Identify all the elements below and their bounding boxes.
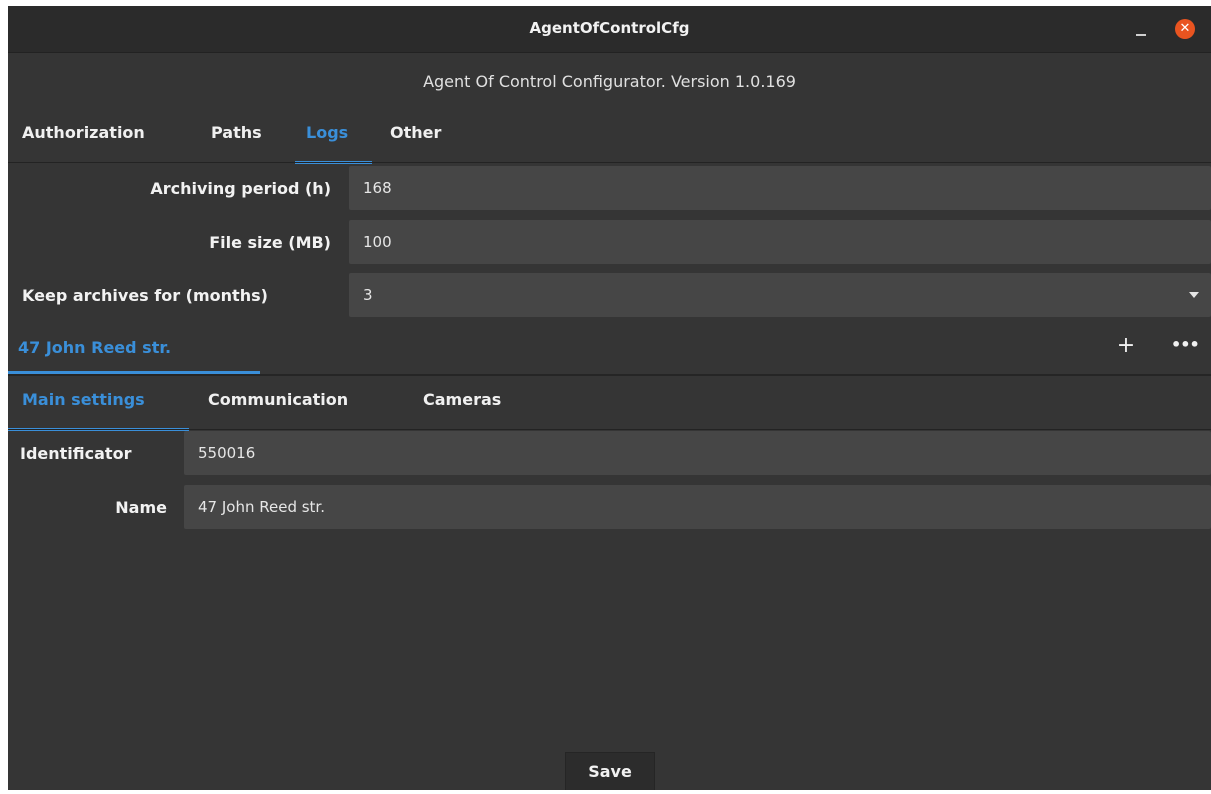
- plus-icon[interactable]: +: [1114, 334, 1138, 358]
- more-icon[interactable]: •••: [1171, 334, 1200, 358]
- minimize-icon[interactable]: [1131, 18, 1153, 40]
- identificator-label: Identificator: [20, 444, 132, 463]
- file-size-label: File size (MB): [209, 233, 331, 252]
- object-group-title[interactable]: 47 John Reed str.: [18, 338, 171, 357]
- archiving-period-label: Archiving period (h): [150, 179, 331, 198]
- divider: [8, 162, 1211, 163]
- tab-communication[interactable]: Communication: [198, 378, 358, 422]
- title-bar: AgentOfControlCfg ✕: [8, 6, 1211, 53]
- app-window: AgentOfControlCfg ✕ Agent Of Control Con…: [8, 6, 1211, 790]
- archiving-period-field[interactable]: [349, 166, 1211, 210]
- divider: [8, 429, 1211, 430]
- sub-tab-bar: Main settings Communication Cameras: [8, 378, 1211, 431]
- tab-cameras[interactable]: Cameras: [413, 378, 511, 422]
- tab-other[interactable]: Other: [380, 111, 451, 155]
- tab-authorization[interactable]: Authorization: [12, 111, 155, 155]
- keep-archives-label: Keep archives for (months): [22, 286, 268, 305]
- name-label: Name: [115, 498, 167, 517]
- chevron-down-icon: [1189, 292, 1199, 298]
- main-tab-bar: Authorization Paths Logs Other: [8, 111, 1211, 164]
- file-size-input[interactable]: [349, 220, 1211, 264]
- tab-main-settings[interactable]: Main settings: [12, 378, 155, 422]
- app-subtitle: Agent Of Control Configurator. Version 1…: [423, 72, 796, 91]
- identificator-field[interactable]: [184, 431, 1211, 475]
- name-input[interactable]: [184, 485, 1211, 529]
- keep-archives-select[interactable]: 3: [349, 273, 1211, 317]
- archiving-period-input[interactable]: [349, 166, 1211, 210]
- identificator-input[interactable]: [184, 431, 1211, 475]
- name-field[interactable]: [184, 485, 1211, 529]
- tab-paths[interactable]: Paths: [201, 111, 272, 155]
- keep-archives-value: 3: [363, 286, 373, 304]
- window-title: AgentOfControlCfg: [529, 19, 690, 37]
- save-button[interactable]: Save: [565, 752, 655, 790]
- file-size-field[interactable]: [349, 220, 1211, 264]
- close-icon[interactable]: ✕: [1175, 19, 1195, 39]
- divider: [8, 374, 1211, 376]
- tab-logs[interactable]: Logs: [296, 111, 358, 155]
